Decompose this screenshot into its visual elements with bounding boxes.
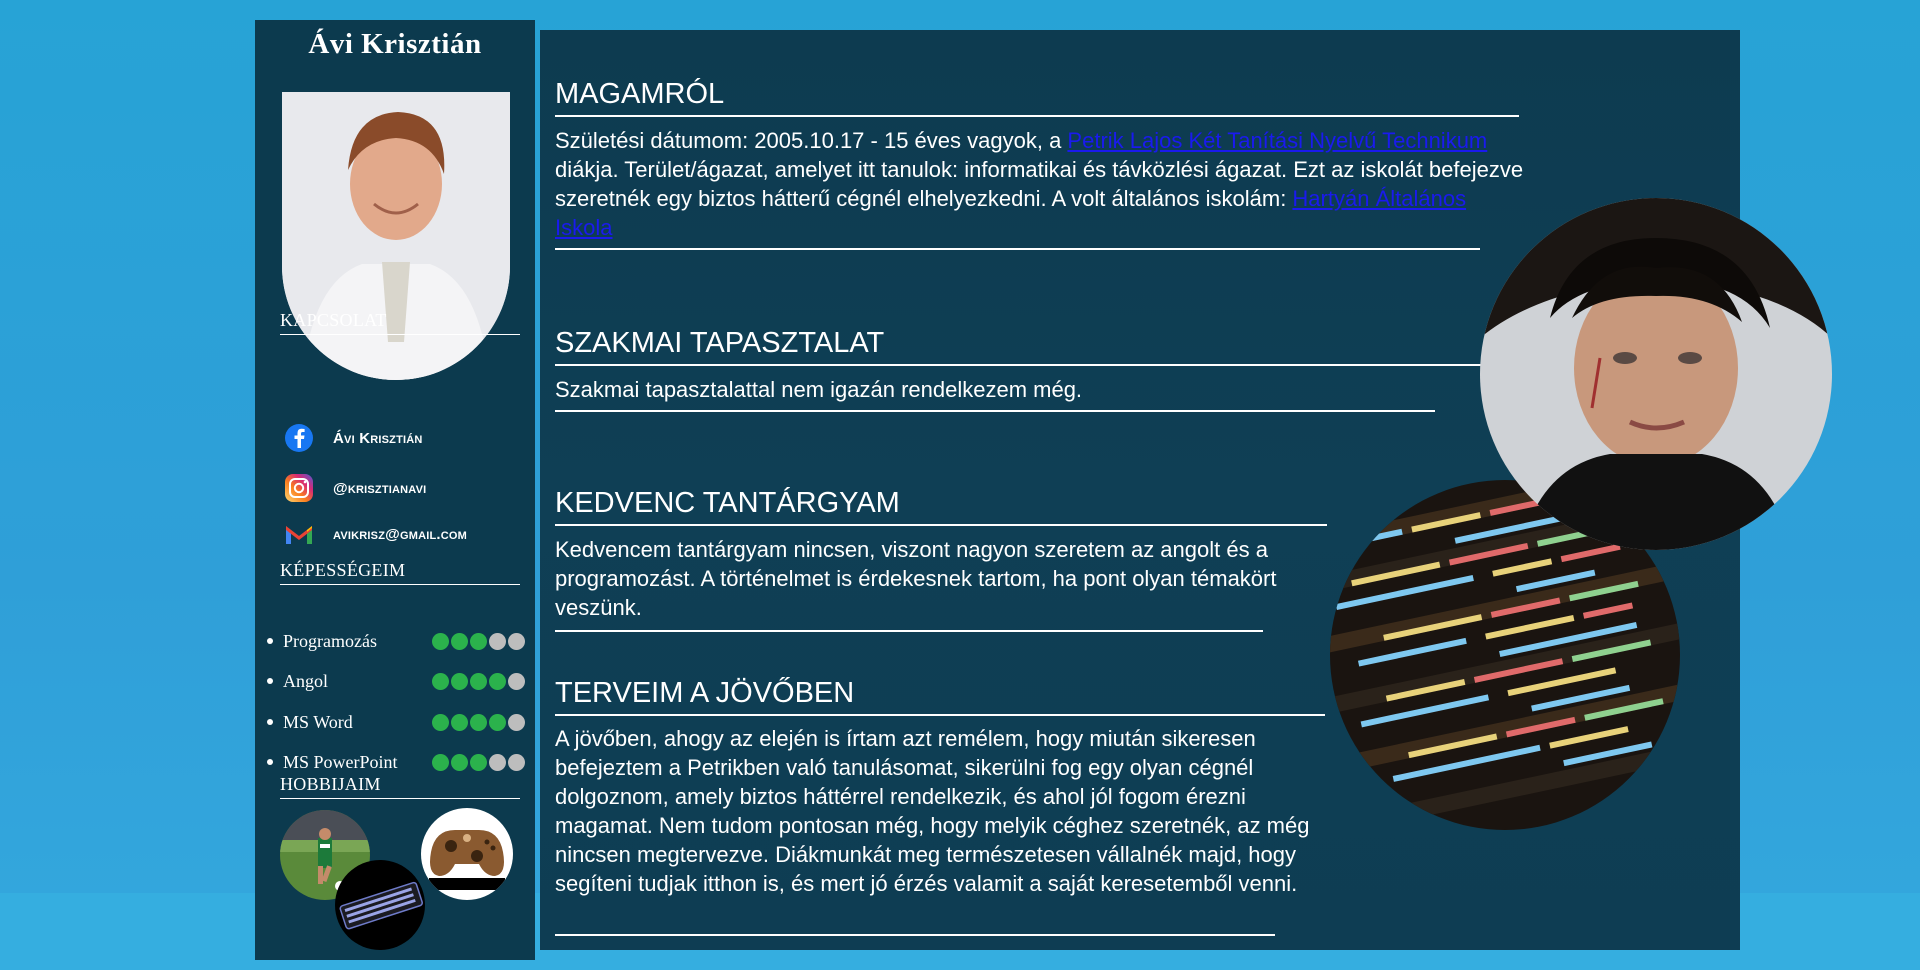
plans-text: A jövőben, ahogy az elején is írtam azt …	[555, 726, 1310, 896]
skill-dot-filled	[451, 632, 468, 650]
bullet-icon	[267, 759, 273, 765]
skill-label: Programozás	[283, 630, 377, 651]
about-title: MAGAMRÓL	[555, 78, 1519, 117]
school-link[interactable]: Petrik Lajos Két Tanítási Nyelvű Technik…	[1067, 128, 1487, 153]
profile-name: Ávi Krisztián	[308, 28, 482, 60]
instagram-icon	[283, 472, 315, 504]
favorite-title: KEDVENC TANTÁRGYAM	[555, 487, 1327, 526]
experience-title: SZAKMAI TAPASZTALAT	[555, 327, 1495, 366]
contact-heading: KAPCSOLAT	[280, 310, 520, 335]
main-content: MAGAMRÓL Születési dátumom: 2005.10.17 -…	[540, 30, 1832, 950]
favorite-text: Kedvencem tantárgyam nincsen, viszont na…	[555, 537, 1277, 620]
experience-divider	[555, 410, 1435, 412]
favorite-divider	[555, 630, 1263, 632]
skill-row: MS PowerPoint	[263, 750, 525, 774]
gmail-icon	[283, 518, 315, 550]
facebook-icon	[283, 422, 315, 454]
skill-level	[432, 672, 525, 690]
skill-dot-filled	[451, 753, 468, 771]
skill-level	[432, 632, 525, 650]
plans-divider	[555, 934, 1275, 936]
skill-dot-filled	[432, 632, 449, 650]
skill-dot-filled	[489, 672, 506, 690]
skill-label: MS Word	[283, 711, 353, 732]
skill-dot-filled	[489, 713, 506, 731]
skill-row: Angol	[263, 669, 525, 693]
skill-dot-filled	[432, 672, 449, 690]
skill-dot-filled	[432, 753, 449, 771]
skill-dot-empty	[508, 753, 525, 771]
skill-label: Angol	[283, 670, 328, 691]
sidebar: Ávi Krisztián KAPCSOLAT Ávi Krisztián @k…	[255, 20, 535, 960]
skill-dot-filled	[470, 713, 487, 731]
about-divider	[555, 248, 1480, 250]
hobby-keyboard-image	[335, 860, 425, 950]
contact-email[interactable]: avikrisz@gmail.com	[283, 518, 467, 550]
bullet-icon	[267, 638, 273, 644]
bullet-icon	[267, 678, 273, 684]
skill-dot-empty	[489, 753, 506, 771]
hobbies-heading: HOBBIJAIM	[280, 774, 520, 799]
skill-dot-filled	[470, 632, 487, 650]
skill-dot-filled	[470, 753, 487, 771]
skill-row: MS Word	[263, 710, 525, 734]
hobby-controller-image	[421, 808, 513, 900]
skill-dot-filled	[451, 672, 468, 690]
about-text-part-1: Születési dátumom: 2005.10.17 - 15 éves …	[555, 128, 1068, 153]
skill-label: MS PowerPoint	[283, 751, 398, 772]
plans-title: TERVEIM A JÖVŐBEN	[555, 677, 1325, 716]
contact-instagram[interactable]: @krisztianavi	[283, 472, 426, 504]
skill-dot-empty	[489, 632, 506, 650]
contact-instagram-text: @krisztianavi	[333, 479, 427, 497]
profile-photo	[282, 92, 510, 380]
skill-level	[432, 713, 525, 731]
skill-dot-empty	[508, 632, 525, 650]
portrait-photo	[1480, 198, 1832, 550]
skill-dot-empty	[508, 713, 525, 731]
skill-level	[432, 753, 525, 771]
contact-email-text: avikrisz@gmail.com	[333, 525, 468, 543]
skills-heading: KÉPESSÉGEIM	[280, 560, 520, 585]
skill-row: Programozás	[263, 629, 525, 653]
skill-dot-empty	[508, 672, 525, 690]
bullet-icon	[267, 719, 273, 725]
skill-dot-filled	[432, 713, 449, 731]
contact-facebook-text: Ávi Krisztián	[333, 429, 423, 447]
skill-dot-filled	[451, 713, 468, 731]
contact-facebook[interactable]: Ávi Krisztián	[283, 422, 423, 454]
experience-text: Szakmai tapasztalattal nem igazán rendel…	[555, 377, 1083, 402]
about-text: Születési dátumom: 2005.10.17 - 15 éves …	[555, 126, 1525, 242]
skill-dot-filled	[470, 672, 487, 690]
